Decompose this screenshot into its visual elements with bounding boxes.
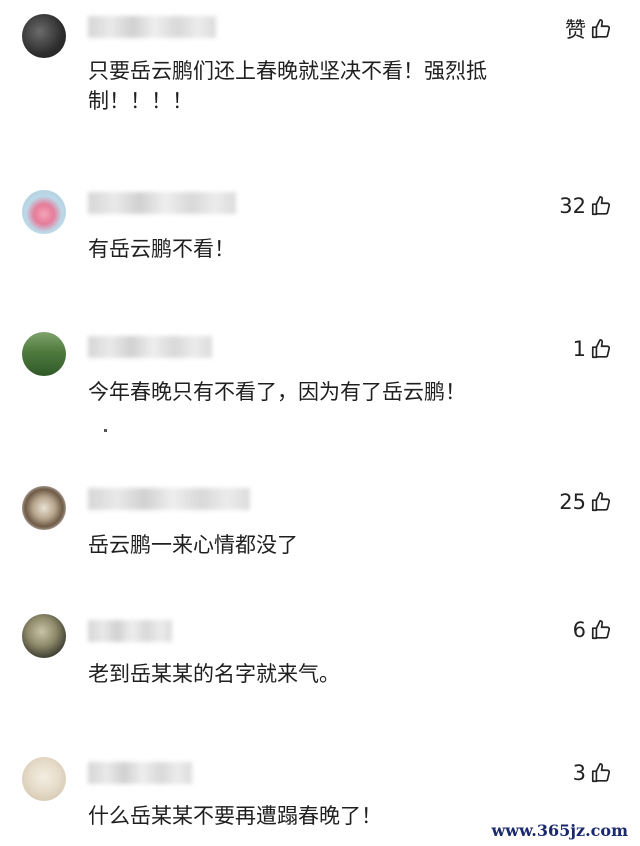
username-blurred	[88, 336, 212, 358]
thumbs-up-icon	[590, 338, 612, 360]
avatar[interactable]	[22, 757, 66, 801]
avatar[interactable]	[22, 614, 66, 658]
comment-text: 今年春晚只有不看了，因为有了岳云鹏！	[88, 380, 466, 404]
stray-dot	[104, 429, 107, 432]
like-button[interactable]: 25	[559, 487, 612, 517]
avatar[interactable]	[22, 486, 66, 530]
thumbs-up-icon	[590, 491, 612, 513]
site-watermark: www.365jz.com	[491, 821, 628, 840]
thumbs-up-icon	[590, 195, 612, 217]
username-blurred	[88, 762, 192, 784]
username-blurred	[88, 16, 216, 38]
username-blurred	[88, 488, 250, 510]
like-count: 6	[572, 618, 586, 642]
thumbs-up-icon	[590, 762, 612, 784]
avatar[interactable]	[22, 332, 66, 376]
comment-text: 只要岳云鹏们还上春晚就坚决不看！强烈抵 制！！！！	[88, 59, 487, 113]
comment-text: 什么岳某某不要再遭蹋春晚了！	[88, 804, 382, 828]
avatar[interactable]	[22, 14, 66, 58]
like-button[interactable]: 赞	[565, 14, 612, 44]
like-count: 3	[572, 761, 586, 785]
avatar[interactable]	[22, 190, 66, 234]
comment-text: 岳云鹏一来心情都没了	[88, 533, 298, 557]
thumbs-up-icon	[590, 619, 612, 641]
like-button[interactable]: 6	[573, 615, 612, 645]
username-blurred	[88, 192, 236, 214]
like-count: 25	[559, 490, 586, 514]
username-blurred	[88, 620, 172, 642]
comment-text: 有岳云鹏不看！	[88, 237, 235, 261]
thumbs-up-icon	[590, 18, 612, 40]
like-count: 赞	[565, 18, 586, 42]
like-count: 1	[572, 337, 586, 361]
like-button[interactable]: 32	[559, 191, 612, 221]
like-count: 32	[559, 194, 586, 218]
like-button[interactable]: 3	[573, 758, 612, 788]
comment-text: 老到岳某某的名字就来气。	[88, 662, 340, 686]
like-button[interactable]: 1	[573, 334, 612, 364]
